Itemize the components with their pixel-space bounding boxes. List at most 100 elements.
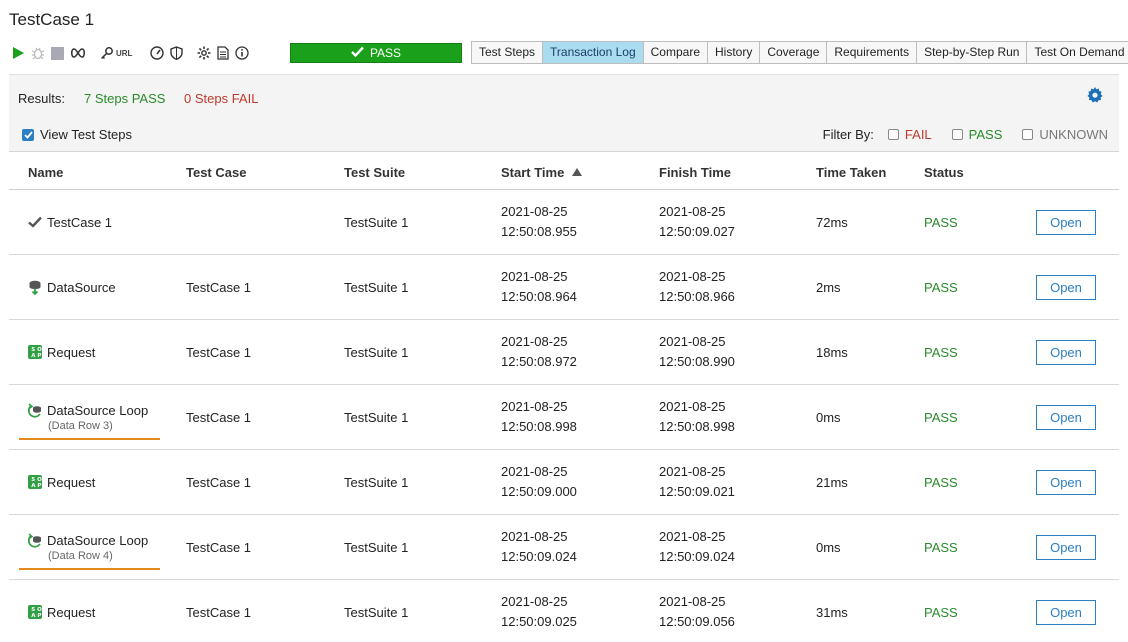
open-button[interactable]: Open — [1036, 470, 1096, 495]
info-icon[interactable] — [235, 43, 249, 63]
table-row[interactable]: DataSource Loop(Data Row 3)TestCase 1Tes… — [9, 385, 1119, 450]
open-button[interactable]: Open — [1036, 275, 1096, 300]
tab-test-on-demand[interactable]: Test On Demand — [1027, 42, 1128, 63]
cell-name: S OA P Request — [27, 580, 95, 642]
step-name: Request — [47, 605, 95, 620]
cell-status: PASS — [924, 515, 958, 579]
stop-icon[interactable] — [51, 43, 64, 63]
open-button[interactable]: Open — [1036, 340, 1096, 365]
checkmark-icon — [27, 214, 43, 230]
column-header-time-taken[interactable]: Time Taken — [816, 165, 886, 180]
tab-transaction-log[interactable]: Transaction Log — [543, 42, 644, 63]
column-header-finish-time[interactable]: Finish Time — [659, 165, 731, 180]
finish-date: 2021-08-25 — [659, 592, 726, 612]
column-header-start-time-label: Start Time — [501, 165, 564, 180]
start-time: 12:50:09.024 — [501, 547, 577, 567]
view-test-steps-checkbox[interactable] — [22, 129, 34, 141]
svg-text:A P: A P — [31, 483, 41, 489]
column-header-status[interactable]: Status — [924, 165, 964, 180]
tab-test-steps[interactable]: Test Steps — [472, 42, 543, 63]
filter-unknown[interactable]: UNKNOWN — [1022, 127, 1108, 142]
soap-request-icon: S OA P — [27, 604, 43, 620]
shield-icon[interactable] — [170, 43, 183, 63]
filter-unknown-checkbox[interactable] — [1022, 129, 1033, 140]
filter-pass-checkbox[interactable] — [952, 129, 963, 140]
start-time: 12:50:08.955 — [501, 222, 577, 242]
filter-fail-label: FAIL — [905, 127, 932, 142]
open-button[interactable]: Open — [1036, 600, 1096, 625]
cell-finish-time: 2021-08-2512:50:09.024 — [659, 515, 735, 579]
cell-start-time: 2021-08-2512:50:08.964 — [501, 255, 577, 319]
svg-text:A P: A P — [31, 613, 41, 619]
tab-history[interactable]: History — [708, 42, 760, 63]
settings-gear-icon[interactable] — [1087, 87, 1103, 106]
start-time: 12:50:09.000 — [501, 482, 577, 502]
filter-fail[interactable]: FAIL — [888, 127, 932, 142]
table-row[interactable]: TestCase 1TestSuite 12021-08-2512:50:08.… — [9, 190, 1119, 255]
finish-time: 12:50:08.998 — [659, 417, 735, 437]
cell-finish-time: 2021-08-2512:50:08.998 — [659, 385, 735, 449]
step-name: Request — [47, 475, 95, 490]
cell-name: S OA PRequest — [27, 320, 95, 384]
step-name: DataSource — [47, 280, 116, 295]
cell-test-case: TestCase 1 — [186, 385, 251, 449]
cell-action: Open — [1036, 385, 1096, 449]
cell-test-case: TestCase 1 — [186, 320, 251, 384]
document-icon[interactable] — [217, 43, 229, 63]
step-name: TestCase 1 — [47, 215, 112, 230]
cell-test-suite: TestSuite 1 — [344, 385, 408, 449]
debug-icon[interactable] — [31, 43, 45, 63]
cell-test-suite: TestSuite 1 — [344, 450, 408, 514]
run-icon[interactable] — [12, 43, 25, 63]
column-header-test-case[interactable]: Test Case — [186, 165, 246, 180]
transaction-log-table: Name Test Case Test Suite Start Time Fin… — [9, 153, 1119, 642]
gauge-icon[interactable] — [150, 43, 164, 63]
table-header: Name Test Case Test Suite Start Time Fin… — [9, 153, 1119, 190]
cell-finish-time: 2021-08-2512:50:09.056 — [659, 580, 735, 642]
cell-name: DataSource — [27, 255, 116, 319]
start-date: 2021-08-25 — [501, 332, 568, 352]
key-icon[interactable]: URL — [100, 43, 132, 63]
filter-fail-checkbox[interactable] — [888, 129, 899, 140]
column-header-name[interactable]: Name — [28, 165, 63, 180]
gear-icon[interactable] — [197, 43, 211, 63]
run-status-bar: PASS — [290, 43, 462, 63]
cell-action: Open — [1036, 190, 1096, 254]
finish-time: 12:50:09.056 — [659, 612, 735, 632]
data-row-label: (Data Row 3) — [48, 420, 148, 432]
url-icon[interactable]: URL — [116, 49, 132, 58]
tab-coverage[interactable]: Coverage — [760, 42, 827, 63]
column-header-test-suite[interactable]: Test Suite — [344, 165, 405, 180]
table-row[interactable]: S OA PRequestTestCase 1TestSuite 12021-0… — [9, 450, 1119, 515]
steps-pass-count: 7 Steps PASS — [84, 91, 165, 106]
open-button[interactable]: Open — [1036, 535, 1096, 560]
cell-test-case: TestCase 1 — [186, 515, 251, 579]
loop-iteration-underline — [19, 438, 160, 440]
cell-time-taken: 18ms — [816, 320, 848, 384]
start-time: 12:50:08.964 — [501, 287, 577, 307]
cell-name: TestCase 1 — [27, 190, 112, 254]
tab-compare[interactable]: Compare — [644, 42, 708, 63]
filter-label: Filter By: — [823, 127, 874, 142]
table-body: TestCase 1TestSuite 12021-08-2512:50:08.… — [9, 190, 1119, 642]
cell-start-time: 2021-08-2512:50:09.000 — [501, 450, 577, 514]
filter-pass[interactable]: PASS — [952, 127, 1003, 142]
finish-date: 2021-08-25 — [659, 397, 726, 417]
open-button[interactable]: Open — [1036, 210, 1096, 235]
table-row[interactable]: S OA PRequestTestCase 1TestSuite 12021-0… — [9, 580, 1119, 642]
finish-date: 2021-08-25 — [659, 332, 726, 352]
table-row[interactable]: DataSource Loop(Data Row 4)TestCase 1Tes… — [9, 515, 1119, 580]
results-panel: Results: 7 Steps PASS 0 Steps FAIL View … — [9, 74, 1119, 152]
cell-time-taken: 0ms — [816, 385, 841, 449]
cell-start-time: 2021-08-2512:50:08.972 — [501, 320, 577, 384]
view-tabs: Test Steps Transaction Log Compare Histo… — [471, 41, 1128, 64]
column-header-start-time[interactable]: Start Time — [501, 165, 582, 180]
tab-step-by-step-run[interactable]: Step-by-Step Run — [917, 42, 1027, 63]
table-row[interactable]: S OA PRequestTestCase 1TestSuite 12021-0… — [9, 320, 1119, 385]
open-button[interactable]: Open — [1036, 405, 1096, 430]
loop-icon[interactable] — [70, 43, 86, 63]
view-test-steps-toggle[interactable]: View Test Steps — [22, 127, 132, 142]
table-row[interactable]: DataSourceTestCase 1TestSuite 12021-08-2… — [9, 255, 1119, 320]
tab-requirements[interactable]: Requirements — [827, 42, 917, 63]
finish-time: 12:50:08.990 — [659, 352, 735, 372]
